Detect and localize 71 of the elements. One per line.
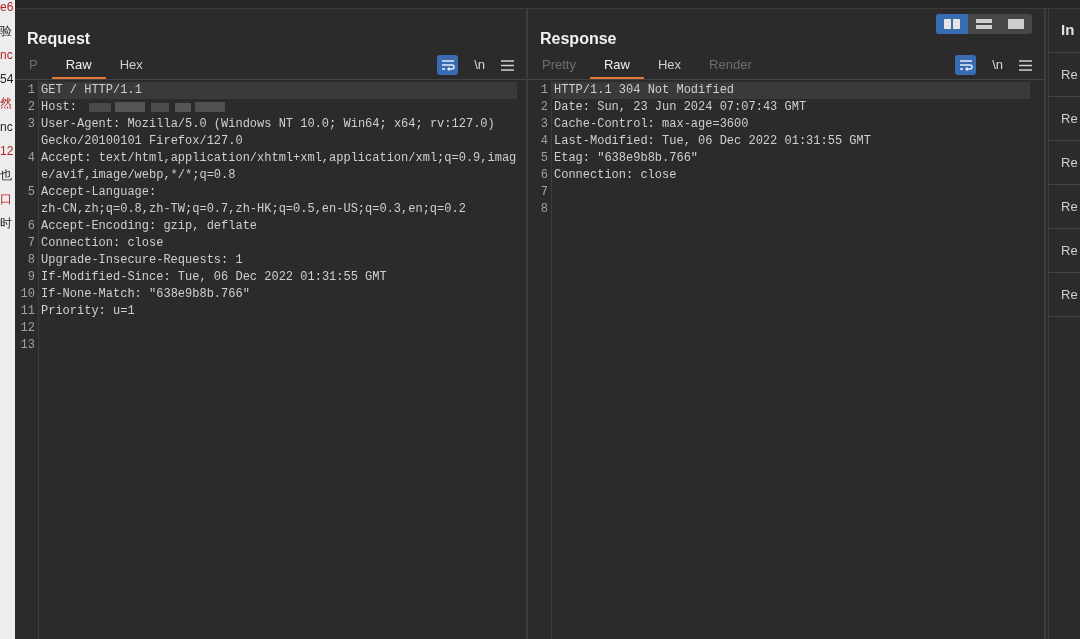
- layout-toggle-button[interactable]: [936, 14, 968, 34]
- line-number: 9: [27, 269, 35, 286]
- code-line: Host:: [41, 100, 77, 114]
- line-number: 7: [540, 184, 548, 201]
- code-line: HTTP/1.1 304 Not Modified: [554, 83, 735, 97]
- editor-tab[interactable]: Hex: [644, 53, 696, 79]
- line-number: 5: [27, 184, 35, 201]
- editor-tab[interactable]: Hex: [105, 53, 157, 79]
- code-line: If-None-Match: "638e9b8b.766": [41, 287, 250, 301]
- line-number: 4: [27, 150, 35, 167]
- code-line: Accept: text/html,application/xhtml+xml,application/xml;q=0.9,image/avif,image/webp,*/*;q=0.8: [41, 151, 517, 182]
- word-wrap-button[interactable]: [955, 55, 977, 75]
- inspector-section[interactable]: Re: [1049, 273, 1080, 317]
- line-number: 12: [20, 320, 35, 337]
- newline-toggle[interactable]: \n: [470, 55, 489, 75]
- word-wrap-button[interactable]: [437, 55, 459, 75]
- editor-tab[interactable]: Raw: [589, 53, 644, 79]
- code-line: Accept-Encoding: gzip, deflate: [41, 219, 258, 233]
- inspector-section[interactable]: Re: [1049, 185, 1080, 229]
- page-text-fragment: nc: [0, 48, 14, 62]
- code-line: Connection: close: [41, 236, 164, 250]
- line-number: 13: [20, 337, 35, 354]
- code-line: Date: Sun, 23 Jun 2024 07:07:43 GMT: [554, 100, 807, 114]
- line-number: 6: [540, 167, 548, 184]
- page-text-fragment: 然: [0, 96, 13, 110]
- line-number: 11: [20, 303, 35, 320]
- code-line: GET / HTTP/1.1: [41, 83, 142, 97]
- inspector-section[interactable]: Re: [1049, 141, 1080, 185]
- single-layout-icon: [1008, 19, 1024, 29]
- panel-title: Response: [540, 29, 617, 49]
- line-number: 8: [540, 201, 548, 218]
- code-line: If-Modified-Since: Tue, 06 Dec 2022 01:31:55 GMT: [41, 270, 387, 284]
- code-line: Priority: u=1: [41, 304, 135, 318]
- menu-icon[interactable]: [1019, 59, 1032, 71]
- line-number: 2: [540, 99, 548, 116]
- line-number: 10: [20, 286, 35, 303]
- line-number: 1: [27, 82, 35, 99]
- line-number: 2: [27, 99, 35, 116]
- inspector-section[interactable]: Re: [1049, 53, 1080, 97]
- inspector-section[interactable]: Re: [1049, 97, 1080, 141]
- wrap-icon: [440, 59, 455, 71]
- page-text-fragment: 54: [0, 72, 15, 86]
- code-line: Cache-Control: max-age=3600: [554, 117, 749, 131]
- line-number: 4: [540, 133, 548, 150]
- page-text-fragment: 时: [0, 216, 13, 230]
- line-number: 3: [27, 116, 35, 133]
- newline-toggle[interactable]: \n: [988, 55, 1007, 75]
- line-number: 1: [540, 82, 548, 99]
- menu-icon[interactable]: [501, 59, 514, 71]
- columns-layout-icon: [944, 19, 960, 29]
- panel-title: Request: [27, 29, 91, 49]
- rows-layout-icon: [976, 19, 992, 29]
- wrap-icon: [958, 59, 973, 71]
- code-line: Connection: close: [554, 168, 677, 182]
- inspector-section[interactable]: Re: [1049, 229, 1080, 273]
- code-line: Etag: "638e9b8b.766": [554, 151, 699, 165]
- line-number: 8: [27, 252, 35, 269]
- code-line: Last-Modified: Tue, 06 Dec 2022 01:31:55 GMT: [554, 134, 871, 148]
- page-text-fragment: 口: [0, 192, 13, 206]
- page-text-fragment: 12: [0, 144, 15, 158]
- line-number: 5: [540, 150, 548, 167]
- page-text-fragment: nc: [0, 120, 14, 134]
- page-text-fragment: 也: [0, 168, 13, 182]
- inspector-title: In: [1061, 20, 1075, 41]
- page-text-fragment: 验: [0, 24, 13, 38]
- line-number: 7: [27, 235, 35, 252]
- line-number: 3: [540, 116, 548, 133]
- line-number: 6: [27, 218, 35, 235]
- editor-tab[interactable]: Raw: [51, 53, 106, 79]
- code-line: Upgrade-Insecure-Requests: 1: [41, 253, 243, 267]
- page-text-fragment: e6: [0, 0, 15, 14]
